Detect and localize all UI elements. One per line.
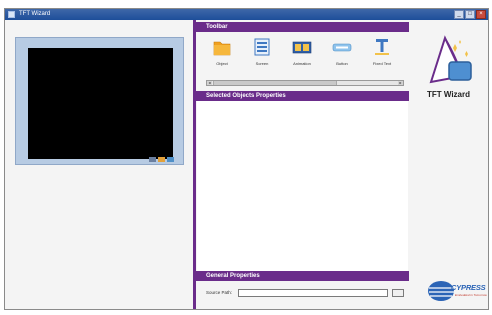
tool-fixed-text-label: Fixed Text (372, 61, 392, 66)
cypress-logo: CYPRESS Embedded in Tomorrow (427, 277, 492, 307)
toolbar: Object Screen Animation Button Fixed Tex… (204, 36, 400, 74)
preview-icon-3[interactable] (167, 157, 174, 162)
tool-button[interactable]: Button (324, 36, 360, 74)
scroll-left-arrow-icon[interactable]: ◂ (207, 81, 212, 85)
toolbar-scrollbar[interactable]: ◂ ▸ (206, 80, 404, 86)
tool-object-label: Object (216, 61, 228, 66)
tool-fixed-text[interactable]: Fixed Text (364, 36, 400, 74)
general-properties-header: General Properties (196, 271, 409, 281)
brand-pane: TFT Wizard CYPRESS Embedded in Tomorrow (409, 20, 488, 309)
cypress-tagline: Embedded in Tomorrow (455, 293, 487, 297)
wizard-hat-icon (429, 35, 472, 84)
animation-icon (292, 41, 312, 54)
cypress-wordmark: CYPRESS (451, 283, 486, 292)
tool-animation-label: Animation (293, 61, 311, 66)
tool-object[interactable]: Object (204, 36, 240, 74)
scroll-right-arrow-icon[interactable]: ▸ (398, 81, 403, 85)
browse-button[interactable] (392, 288, 404, 297)
window-controls: _ □ × (454, 10, 486, 19)
source-path-input[interactable] (238, 288, 388, 297)
properties-header: Selected Objects Properties (196, 91, 409, 101)
preview-controls (149, 157, 174, 162)
tft-wizard-logo (423, 32, 479, 88)
properties-panel[interactable] (197, 101, 408, 271)
preview-icon-2[interactable] (158, 157, 165, 162)
window-title: TFT Wizard (19, 11, 51, 17)
tool-screen-label: Screen (255, 61, 269, 66)
close-button[interactable]: × (476, 10, 486, 19)
app-window: TFT Wizard _ □ × Toolbar Object Screen A… (4, 8, 489, 310)
preview-pane (5, 20, 193, 309)
preview-icon-1[interactable] (149, 157, 156, 162)
tool-button-label: Button (336, 61, 348, 66)
fixed-text-icon (375, 39, 389, 55)
title-bar[interactable]: TFT Wizard _ □ × (5, 9, 488, 20)
button-icon (332, 43, 352, 52)
maximize-button[interactable]: □ (465, 10, 475, 19)
toolbar-header: Toolbar (196, 22, 409, 32)
screen-icon (254, 38, 270, 56)
display-preview-frame (15, 37, 184, 165)
app-icon (8, 11, 15, 18)
folder-icon (213, 41, 231, 56)
display-preview-screen[interactable] (28, 48, 173, 159)
source-path-row: Source Path: (206, 288, 405, 297)
brand-name: TFT Wizard (426, 90, 471, 99)
center-panel: Toolbar Object Screen Animation Button F… (196, 20, 409, 309)
scroll-thumb[interactable] (213, 81, 337, 85)
source-path-label: Source Path: (206, 290, 233, 295)
minimize-button[interactable]: _ (454, 10, 464, 19)
tool-screen[interactable]: Screen (244, 36, 280, 74)
tool-animation[interactable]: Animation (284, 36, 320, 74)
